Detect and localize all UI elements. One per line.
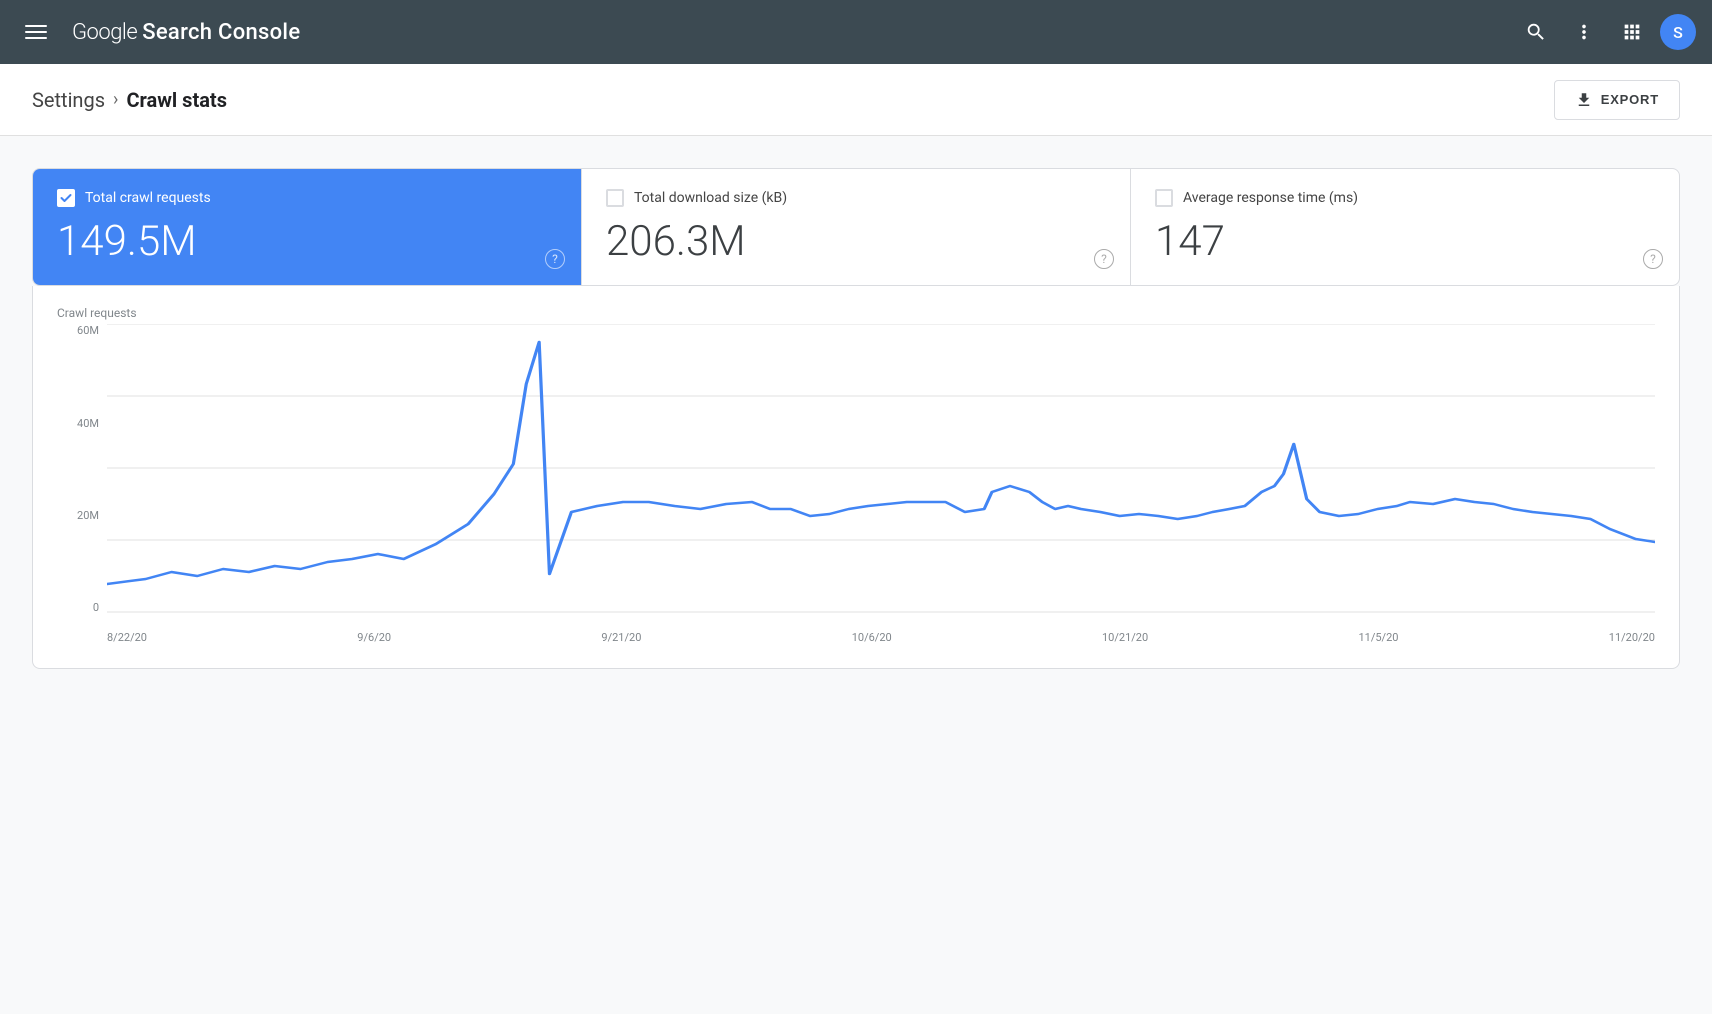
chart-plot-area bbox=[107, 324, 1655, 614]
stat-help-icon-1[interactable]: ? bbox=[545, 249, 565, 269]
stat-card-title-3: Average response time (ms) bbox=[1183, 190, 1358, 206]
x-label-115: 11/5/20 bbox=[1358, 631, 1398, 644]
stat-card-total-download-size: Total download size (kB) 206.3M ? bbox=[582, 169, 1131, 285]
more-vert-icon bbox=[1573, 21, 1595, 43]
more-options-button[interactable] bbox=[1564, 12, 1604, 52]
stat-value-1: 149.5M bbox=[57, 219, 557, 265]
export-button[interactable]: EXPORT bbox=[1554, 80, 1680, 120]
y-label-40m: 40M bbox=[77, 417, 99, 430]
x-label-1120: 11/20/20 bbox=[1609, 631, 1655, 644]
stat-card-avg-response-time: Average response time (ms) 147 ? bbox=[1131, 169, 1679, 285]
breadcrumb-separator: › bbox=[113, 89, 118, 110]
y-label-20m: 20M bbox=[77, 509, 99, 522]
stat-help-icon-2[interactable]: ? bbox=[1094, 249, 1114, 269]
download-icon bbox=[1575, 91, 1593, 109]
stat-checkbox-2[interactable] bbox=[606, 189, 624, 207]
stat-checkbox-3[interactable] bbox=[1155, 189, 1173, 207]
header: Google Search Console S bbox=[0, 0, 1712, 64]
title-rest: Search Console bbox=[142, 20, 300, 45]
y-label-60m: 60M bbox=[77, 324, 99, 337]
breadcrumb-current-page: Crawl stats bbox=[126, 88, 227, 112]
search-icon bbox=[1525, 21, 1547, 43]
stat-card-header-1: Total crawl requests bbox=[57, 189, 557, 207]
hamburger-menu-button[interactable] bbox=[16, 12, 56, 52]
stat-value-3: 147 bbox=[1155, 219, 1655, 265]
chart-y-axis: 60M 40M 20M 0 bbox=[57, 324, 107, 614]
y-label-0: 0 bbox=[93, 601, 99, 614]
apps-button[interactable] bbox=[1612, 12, 1652, 52]
stat-card-total-crawl-requests: Total crawl requests 149.5M ? bbox=[33, 169, 582, 285]
title-google: Google bbox=[72, 20, 137, 45]
chart-x-axis: 8/22/20 9/6/20 9/21/20 10/6/20 10/21/20 … bbox=[107, 614, 1655, 644]
stat-checkbox-1[interactable] bbox=[57, 189, 75, 207]
app-title: Google Search Console bbox=[72, 20, 300, 45]
stat-card-header-2: Total download size (kB) bbox=[606, 189, 1106, 207]
stat-help-icon-3[interactable]: ? bbox=[1643, 249, 1663, 269]
chart-area: 60M 40M 20M 0 bbox=[57, 324, 1655, 644]
chart-svg bbox=[107, 324, 1655, 614]
breadcrumb-settings-link[interactable]: Settings bbox=[32, 88, 105, 112]
search-button[interactable] bbox=[1516, 12, 1556, 52]
header-right: S bbox=[1516, 12, 1696, 52]
apps-grid-icon bbox=[1621, 21, 1643, 43]
stat-value-2: 206.3M bbox=[606, 219, 1106, 265]
stats-container: Total crawl requests 149.5M ? Total down… bbox=[32, 168, 1680, 286]
chart-container: Crawl requests 60M 40M 20M 0 bbox=[32, 286, 1680, 669]
hamburger-icon bbox=[17, 17, 55, 47]
x-label-822: 8/22/20 bbox=[107, 631, 147, 644]
x-label-1021: 10/21/20 bbox=[1102, 631, 1148, 644]
main-content: Total crawl requests 149.5M ? Total down… bbox=[0, 136, 1712, 701]
stat-card-title-2: Total download size (kB) bbox=[634, 190, 787, 206]
export-label: EXPORT bbox=[1601, 92, 1659, 107]
stat-card-title-1: Total crawl requests bbox=[85, 190, 211, 206]
header-left: Google Search Console bbox=[16, 12, 300, 52]
x-label-106: 10/6/20 bbox=[852, 631, 892, 644]
avatar[interactable]: S bbox=[1660, 14, 1696, 50]
x-label-96: 9/6/20 bbox=[357, 631, 391, 644]
x-label-921: 9/21/20 bbox=[601, 631, 641, 644]
breadcrumb-bar: Settings › Crawl stats EXPORT bbox=[0, 64, 1712, 136]
stat-card-header-3: Average response time (ms) bbox=[1155, 189, 1655, 207]
breadcrumb: Settings › Crawl stats bbox=[32, 88, 227, 112]
chart-y-axis-label: Crawl requests bbox=[57, 306, 1655, 320]
checkbox-check-icon bbox=[60, 192, 72, 204]
